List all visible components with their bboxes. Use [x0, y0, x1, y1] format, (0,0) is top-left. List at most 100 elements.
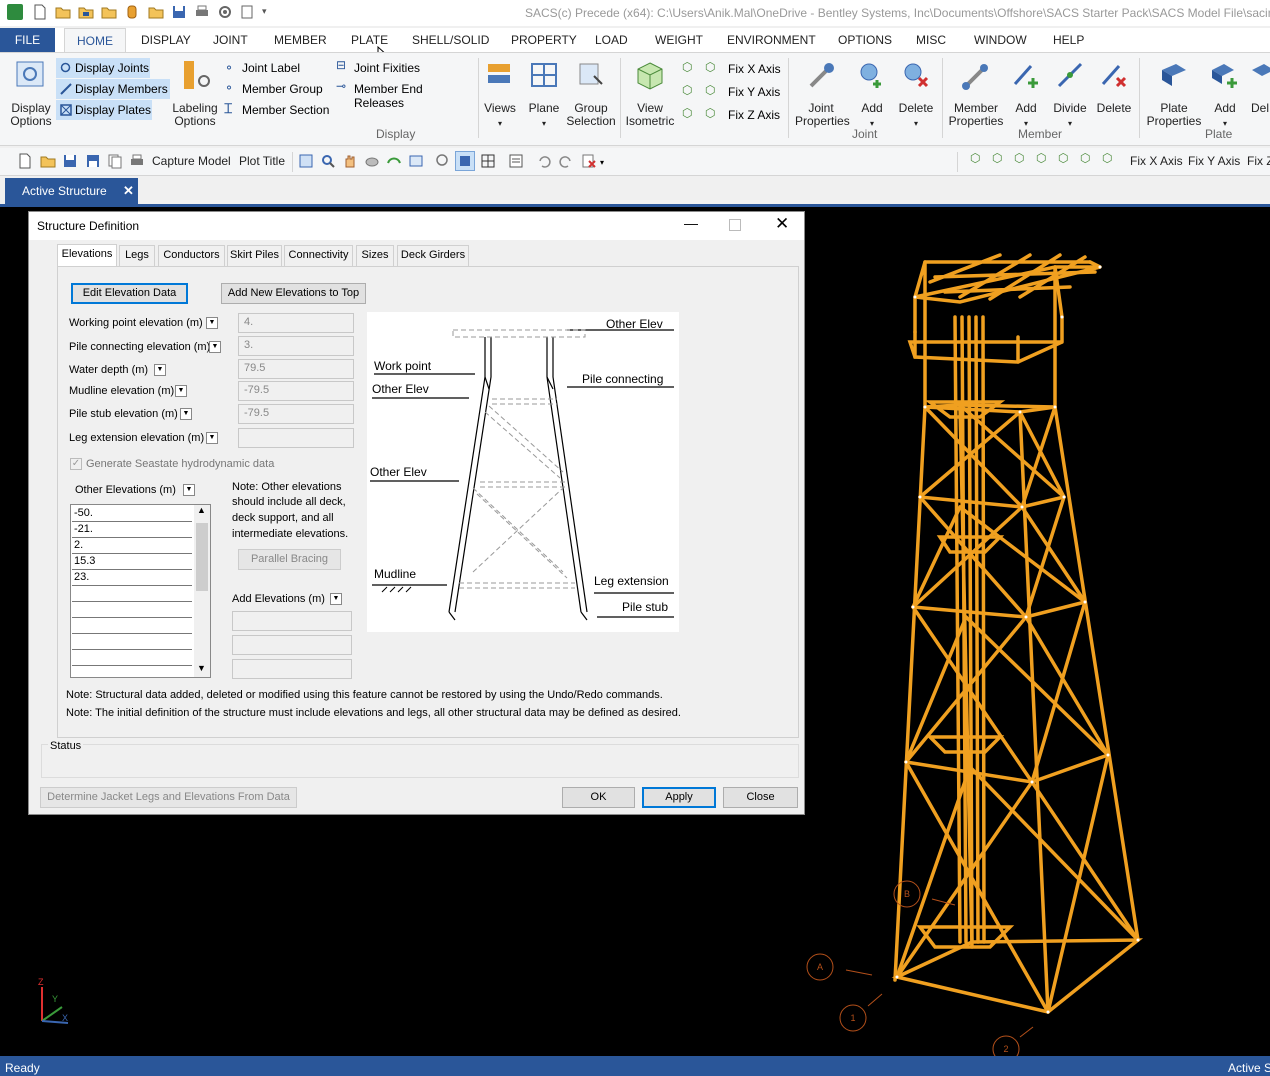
- list-item[interactable]: 2.: [72, 538, 192, 554]
- joint-label-button[interactable]: ⚬ Joint Label: [224, 60, 334, 78]
- labeling-options-button[interactable]: Labeling Options: [170, 57, 220, 129]
- folder-icon[interactable]: [148, 4, 164, 20]
- joint-fixities-button[interactable]: ⊟ Joint Fixities: [336, 58, 426, 78]
- cube-icon[interactable]: ⬡: [992, 151, 1008, 167]
- list-item[interactable]: 15.3: [72, 554, 192, 570]
- fix-x-axis-button[interactable]: ⬡ ⬡ Fix X Axis: [682, 60, 782, 79]
- cube-icon[interactable]: ⬡: [1058, 151, 1074, 167]
- list-item[interactable]: -50.: [72, 506, 192, 522]
- fix-z-axis-button[interactable]: ⬡ ⬡ Fix Z Axis: [682, 106, 782, 125]
- list-scrollbar[interactable]: ▲ ▼: [194, 505, 210, 677]
- open-model-icon[interactable]: [78, 4, 94, 20]
- pile-connecting-unit-dropdown[interactable]: ▼: [209, 341, 221, 353]
- tab-connectivity[interactable]: Connectivity: [284, 245, 353, 266]
- tab-display[interactable]: DISPLAY: [141, 33, 191, 47]
- redo-icon[interactable]: [558, 153, 574, 169]
- parallel-bracing-button[interactable]: Parallel Bracing: [238, 549, 341, 570]
- list-item[interactable]: [72, 602, 192, 618]
- export-icon[interactable]: [240, 4, 256, 20]
- scroll-down-icon[interactable]: ▼: [197, 663, 206, 673]
- toolbar-dropdown-icon[interactable]: ▾: [600, 158, 604, 167]
- list-item[interactable]: [72, 650, 192, 666]
- member-divide-button[interactable]: Divide ▾: [1048, 57, 1092, 129]
- copy-icon[interactable]: [107, 153, 123, 169]
- generate-seastate-checkbox[interactable]: ✓: [70, 458, 82, 470]
- tab-home[interactable]: HOME: [64, 28, 126, 53]
- zoom-window-icon[interactable]: [408, 153, 424, 169]
- water-depth-field[interactable]: 79.5: [238, 359, 354, 379]
- display-plates-toggle[interactable]: Display Plates: [56, 100, 152, 120]
- list-item[interactable]: 23.: [72, 570, 192, 586]
- cube-icon[interactable]: ⬡: [1014, 151, 1030, 167]
- close-tab-icon[interactable]: ✕: [123, 178, 134, 204]
- rotate-icon[interactable]: [364, 153, 380, 169]
- apply-button[interactable]: Apply: [642, 787, 716, 808]
- tab-property[interactable]: PROPERTY: [511, 33, 577, 47]
- zoom-icon[interactable]: [320, 153, 336, 169]
- list-item[interactable]: [72, 618, 192, 634]
- tab-misc[interactable]: MISC: [916, 33, 946, 47]
- scroll-up-icon[interactable]: ▲: [197, 505, 206, 515]
- tab-sizes[interactable]: Sizes: [356, 245, 394, 266]
- tab-elevations[interactable]: Elevations: [57, 244, 117, 267]
- plate-add-button[interactable]: Add ▾: [1206, 57, 1244, 129]
- new-icon[interactable]: [17, 153, 33, 169]
- add-elevation-field[interactable]: [232, 611, 352, 631]
- open-folder-icon[interactable]: [55, 4, 71, 20]
- water-depth-unit-dropdown[interactable]: ▼: [154, 364, 166, 376]
- save-as-icon[interactable]: [85, 153, 101, 169]
- edit-elevation-data-button[interactable]: Edit Elevation Data: [71, 283, 188, 304]
- plate-properties-button[interactable]: Plate Properties: [1144, 57, 1204, 129]
- tab-window[interactable]: WINDOW: [974, 33, 1027, 47]
- other-elevations-unit-dropdown[interactable]: ▼: [183, 484, 195, 496]
- display-joints-toggle[interactable]: Display Joints: [56, 58, 150, 78]
- tab-skirt-piles[interactable]: Skirt Piles: [227, 245, 282, 266]
- refresh-icon[interactable]: [298, 153, 314, 169]
- tab-conductors[interactable]: Conductors: [158, 245, 225, 266]
- mudline-field[interactable]: -79.5: [238, 381, 354, 401]
- save-icon[interactable]: [171, 4, 187, 20]
- working-point-unit-dropdown[interactable]: ▼: [206, 317, 218, 329]
- cube-icon[interactable]: ⬡: [1080, 151, 1096, 167]
- scroll-thumb[interactable]: [196, 523, 208, 591]
- member-delete-button[interactable]: Delete: [1093, 57, 1135, 129]
- member-group-button[interactable]: ⚬ Member Group: [224, 81, 334, 99]
- member-properties-button[interactable]: Member Properties: [946, 57, 1006, 129]
- determine-jacket-legs-button[interactable]: Determine Jacket Legs and Elevations Fro…: [40, 787, 297, 808]
- open-icon[interactable]: [40, 153, 56, 169]
- minimize-icon[interactable]: —: [684, 215, 698, 231]
- working-point-field[interactable]: 4.: [238, 313, 354, 333]
- tab-weight[interactable]: WEIGHT: [655, 33, 703, 47]
- tab-joint[interactable]: JOINT: [213, 33, 248, 47]
- plot-title-button[interactable]: Plot Title: [239, 154, 285, 168]
- delete-selection-icon[interactable]: [581, 153, 597, 169]
- joint-properties-button[interactable]: Joint Properties: [795, 57, 850, 129]
- quick-access-dropdown-icon[interactable]: ▾: [262, 6, 267, 17]
- add-elevations-unit-dropdown[interactable]: ▼: [330, 593, 342, 605]
- joint-add-button[interactable]: Add ▾: [852, 57, 892, 129]
- views-button[interactable]: Views ▾: [481, 57, 519, 129]
- tab-file[interactable]: FILE: [0, 28, 55, 52]
- display-options-button[interactable]: Display Options: [5, 57, 55, 129]
- grid-select-icon[interactable]: [480, 153, 496, 169]
- member-section-button[interactable]: ⌶ Member Section: [224, 100, 334, 120]
- tab-active-structure[interactable]: Active Structure ✕: [5, 178, 138, 204]
- pan-hand-icon[interactable]: [342, 153, 358, 169]
- tab-load[interactable]: LOAD: [595, 33, 628, 47]
- toolbar-fix-x-axis[interactable]: Fix X Axis: [1130, 154, 1183, 168]
- view-isometric-button[interactable]: View Isometric: [622, 57, 678, 129]
- new-file-icon[interactable]: [32, 4, 48, 20]
- orbit-icon[interactable]: [386, 153, 402, 169]
- cube-icon[interactable]: ⬡: [970, 151, 986, 167]
- undo-icon[interactable]: [536, 153, 552, 169]
- tab-plate[interactable]: PLATE: [351, 33, 388, 47]
- pile-connecting-field[interactable]: 3.: [238, 336, 354, 356]
- tab-help[interactable]: HELP: [1053, 33, 1084, 47]
- joint-delete-button[interactable]: Delete ▾: [895, 57, 937, 129]
- ok-button[interactable]: OK: [562, 787, 635, 808]
- cube-icon[interactable]: ⬡: [1102, 151, 1118, 167]
- tab-member[interactable]: MEMBER: [274, 33, 327, 47]
- zoom-extents-icon[interactable]: [435, 153, 451, 169]
- tab-shell-solid[interactable]: SHELL/SOLID: [412, 33, 489, 47]
- close-dialog-icon[interactable]: ✕: [775, 214, 789, 234]
